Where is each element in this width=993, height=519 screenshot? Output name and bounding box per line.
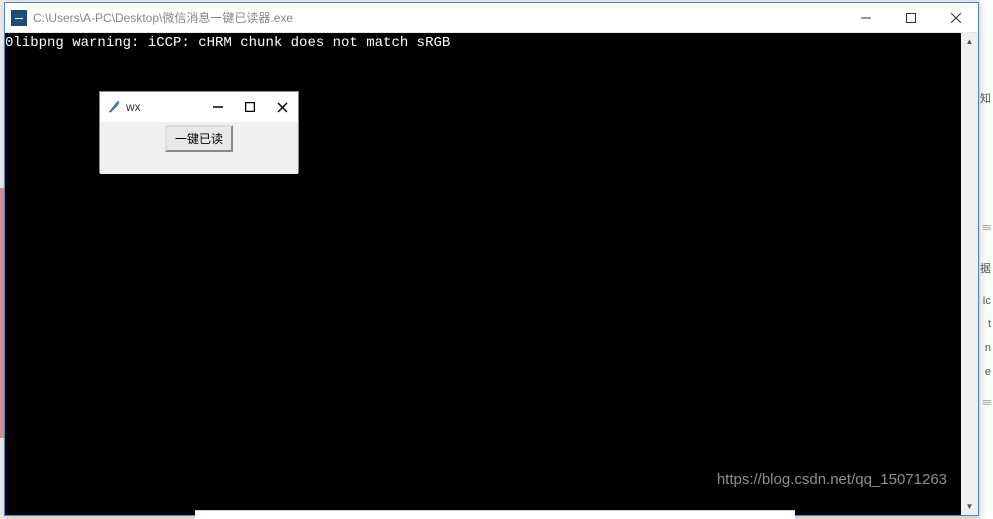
wx-window-controls — [202, 92, 298, 122]
titlebar[interactable]: C:\Users\A-PC\Desktop\微信消息一键已读器.exe — [5, 3, 978, 33]
wx-close-button[interactable] — [266, 92, 298, 122]
partial-char: 据 — [980, 260, 991, 276]
wx-window-title: wx — [126, 100, 202, 114]
close-button[interactable] — [933, 3, 978, 32]
minimize-button[interactable] — [843, 3, 888, 32]
scroll-down-icon[interactable]: ▼ — [961, 498, 978, 515]
bottom-edge — [195, 510, 795, 519]
scroll-up-icon[interactable]: ▲ — [961, 33, 978, 50]
partial-char: e — [985, 366, 991, 378]
drag-grip-icon — [983, 400, 991, 408]
partial-char: Ic — [982, 295, 991, 307]
vertical-scrollbar[interactable]: ▲ ▼ — [961, 33, 978, 515]
console-window: C:\Users\A-PC\Desktop\微信消息一键已读器.exe 0lib… — [4, 2, 979, 516]
drag-grip-icon — [983, 225, 991, 233]
console-line: 0libpng warning: iCCP: cHRM chunk does n… — [5, 35, 961, 52]
maximize-button[interactable] — [888, 3, 933, 32]
partial-char: t — [988, 318, 991, 330]
right-panel-edge: 知 据 Ic t n e — [980, 0, 993, 519]
mark-read-button[interactable]: 一键已读 — [165, 125, 233, 152]
watermark-text: https://blog.csdn.net/qq_15071263 — [717, 471, 947, 489]
window-title: C:\Users\A-PC\Desktop\微信消息一键已读器.exe — [33, 9, 843, 26]
window-controls — [843, 3, 978, 32]
partial-char: 知 — [980, 90, 991, 106]
partial-char: n — [985, 342, 991, 354]
wx-titlebar[interactable]: wx — [100, 92, 298, 122]
wx-minimize-button[interactable] — [202, 92, 234, 122]
app-icon — [11, 10, 27, 26]
feather-icon — [106, 99, 122, 115]
wx-dialog: wx 一键已读 — [99, 91, 299, 173]
wx-maximize-button[interactable] — [234, 92, 266, 122]
wx-content-area: 一键已读 — [100, 122, 298, 174]
